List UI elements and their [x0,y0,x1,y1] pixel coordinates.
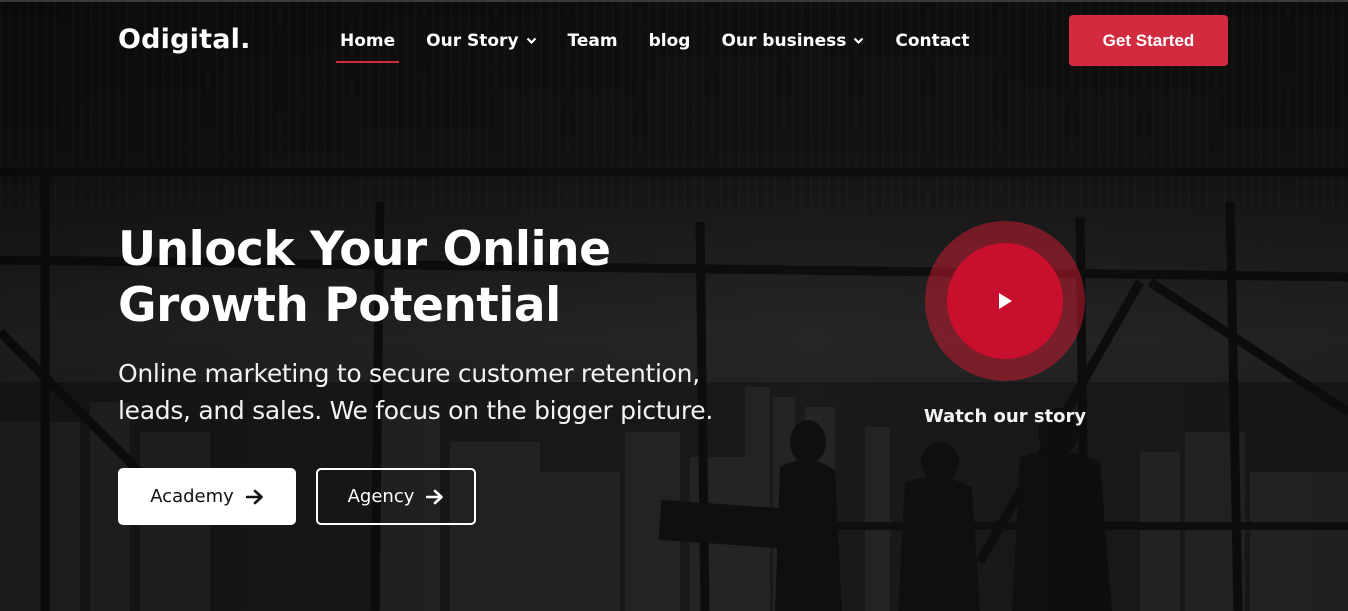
chevron-down-icon [854,37,864,45]
hero-headline: Unlock Your Online Growth Potential [118,222,678,334]
nav-item-our-business[interactable]: Our business [721,30,864,52]
headline-line: Growth Potential [118,278,561,333]
arrow-right-icon [245,489,263,504]
chevron-down-icon [526,37,536,45]
nav-item-team[interactable]: Team [568,30,618,52]
nav-item-label: Contact [895,31,970,51]
nav-item-our-story[interactable]: Our Story [426,30,536,52]
nav-item-contact[interactable]: Contact [895,30,969,52]
agency-button[interactable]: Agency [316,468,476,525]
nav-item-label: Team [567,31,618,51]
academy-button[interactable]: Academy [118,468,296,525]
watch-story-label[interactable]: Watch our story [905,406,1105,427]
arrow-right-icon [426,489,444,504]
agency-button-label: Agency [347,486,415,507]
nav-item-label: Our Story [426,31,519,51]
nav-item-label: blog [648,31,691,51]
nav-item-label: Home [340,31,396,51]
headline-line: Unlock Your Online [118,222,611,277]
play-video-button[interactable] [925,221,1085,381]
nav-item-home[interactable]: Home [335,30,400,63]
play-icon [999,293,1012,309]
nav-item-blog[interactable]: blog [649,30,691,52]
academy-button-label: Academy [150,486,234,507]
brand-logo[interactable]: Odigital. [118,24,251,55]
subheading-line: Online marketing to secure customer rete… [118,359,700,388]
subheading-line: leads, and sales. We focus on the bigger… [118,396,714,425]
get-started-button[interactable]: Get Started [1069,15,1228,66]
play-button-core[interactable] [947,243,1063,359]
main-nav: Home Our Story Team blog Our business Co… [335,30,1000,63]
hero-subheading: Online marketing to secure customer rete… [118,355,758,429]
nav-item-label: Our business [721,31,847,51]
